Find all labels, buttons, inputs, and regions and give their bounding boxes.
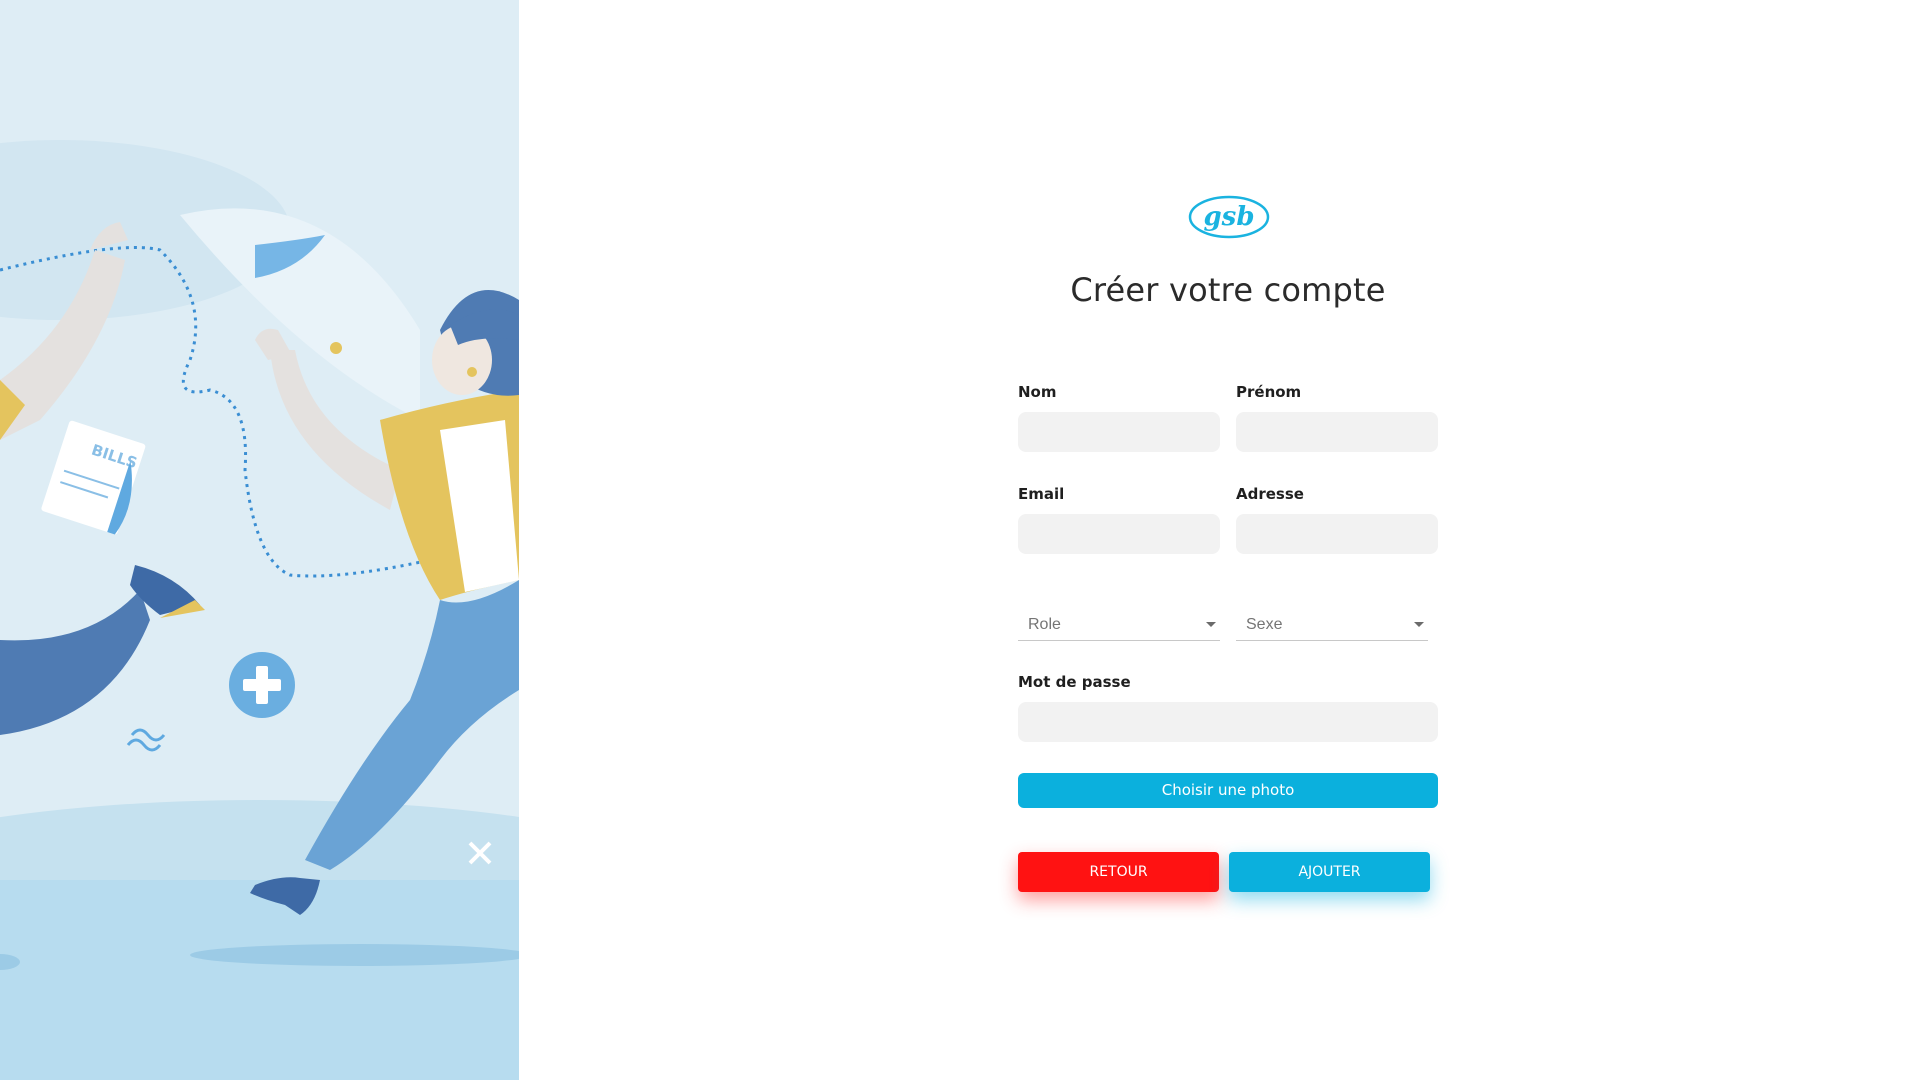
prenom-label: Prénom: [1236, 383, 1302, 401]
people-illustration: BILLS: [0, 0, 519, 1080]
page-title: Créer votre compte: [1070, 271, 1386, 309]
sexe-select-placeholder: Sexe: [1246, 616, 1283, 633]
email-label: Email: [1018, 485, 1065, 503]
adresse-label: Adresse: [1236, 485, 1304, 503]
chevron-down-icon: [1206, 622, 1216, 627]
role-select[interactable]: Role: [1018, 605, 1220, 641]
chevron-down-icon: [1414, 622, 1424, 627]
back-button[interactable]: RETOUR: [1018, 852, 1219, 892]
choose-photo-button[interactable]: Choisir une photo: [1018, 773, 1438, 808]
nom-input[interactable]: [1018, 412, 1220, 452]
prenom-input[interactable]: [1236, 412, 1438, 452]
illustration-panel: BILLS: [0, 0, 519, 1080]
sexe-select[interactable]: Sexe: [1236, 605, 1428, 641]
add-button[interactable]: AJOUTER: [1229, 852, 1430, 892]
gsb-logo: gsb: [1188, 195, 1270, 239]
role-select-placeholder: Role: [1028, 616, 1061, 633]
nom-label: Nom: [1018, 383, 1057, 401]
logo-text: gsb: [1204, 202, 1255, 232]
password-input[interactable]: [1018, 702, 1438, 742]
email-input[interactable]: [1018, 514, 1220, 554]
adresse-input[interactable]: [1236, 514, 1438, 554]
password-label: Mot de passe: [1018, 673, 1131, 691]
